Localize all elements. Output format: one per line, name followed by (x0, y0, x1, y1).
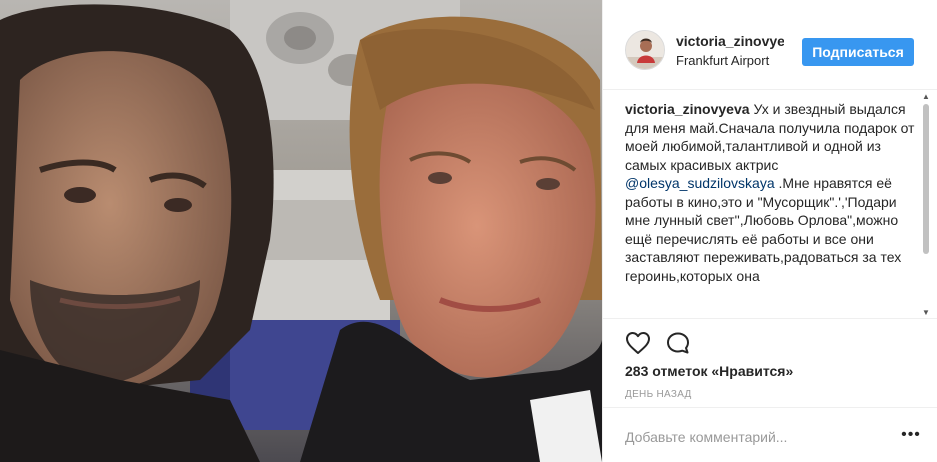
speech-bubble-icon (667, 332, 689, 354)
location-link[interactable]: Frankfurt Airport (676, 53, 784, 68)
like-button[interactable] (625, 331, 651, 355)
scroll-thumb[interactable] (923, 104, 929, 254)
post-photo[interactable] (0, 0, 602, 462)
comment-input[interactable] (625, 427, 885, 447)
username-link[interactable]: victoria_zinovyeva (676, 33, 784, 49)
comment-form: ••• (603, 409, 937, 462)
comment-button[interactable] (665, 331, 691, 355)
caption-scrollbar[interactable]: ▲ ▼ (921, 92, 931, 318)
likes-count[interactable]: 283 отметок «Нравится» (625, 363, 793, 379)
post-actions: 283 отметок «Нравится» ДЕНЬ НАЗАД (603, 318, 937, 408)
follow-button[interactable]: Подписаться (802, 38, 914, 66)
heart-outline-icon (626, 332, 650, 354)
scroll-down-arrow-icon[interactable]: ▼ (922, 308, 930, 317)
scroll-up-arrow-icon[interactable]: ▲ (922, 92, 930, 101)
caption-text-continued: .Мне нравятся её работы в кино,это и "Му… (625, 175, 902, 284)
post-caption: victoria_zinovyeva Ух и звездный выдался … (625, 100, 917, 315)
avatar[interactable] (625, 30, 665, 70)
post-header: victoria_zinovyeva Frankfurt Airport Под… (603, 0, 937, 90)
more-options-icon[interactable]: ••• (899, 425, 923, 445)
caption-mention-link[interactable]: @olesya_sudzilovskaya (625, 175, 775, 191)
post-timestamp[interactable]: ДЕНЬ НАЗАД (625, 389, 692, 400)
post-side-panel: victoria_zinovyeva Frankfurt Airport Под… (602, 0, 937, 462)
post-photo-image (0, 0, 602, 462)
caption-username-link[interactable]: victoria_zinovyeva (625, 101, 750, 117)
avatar-image (626, 31, 664, 69)
